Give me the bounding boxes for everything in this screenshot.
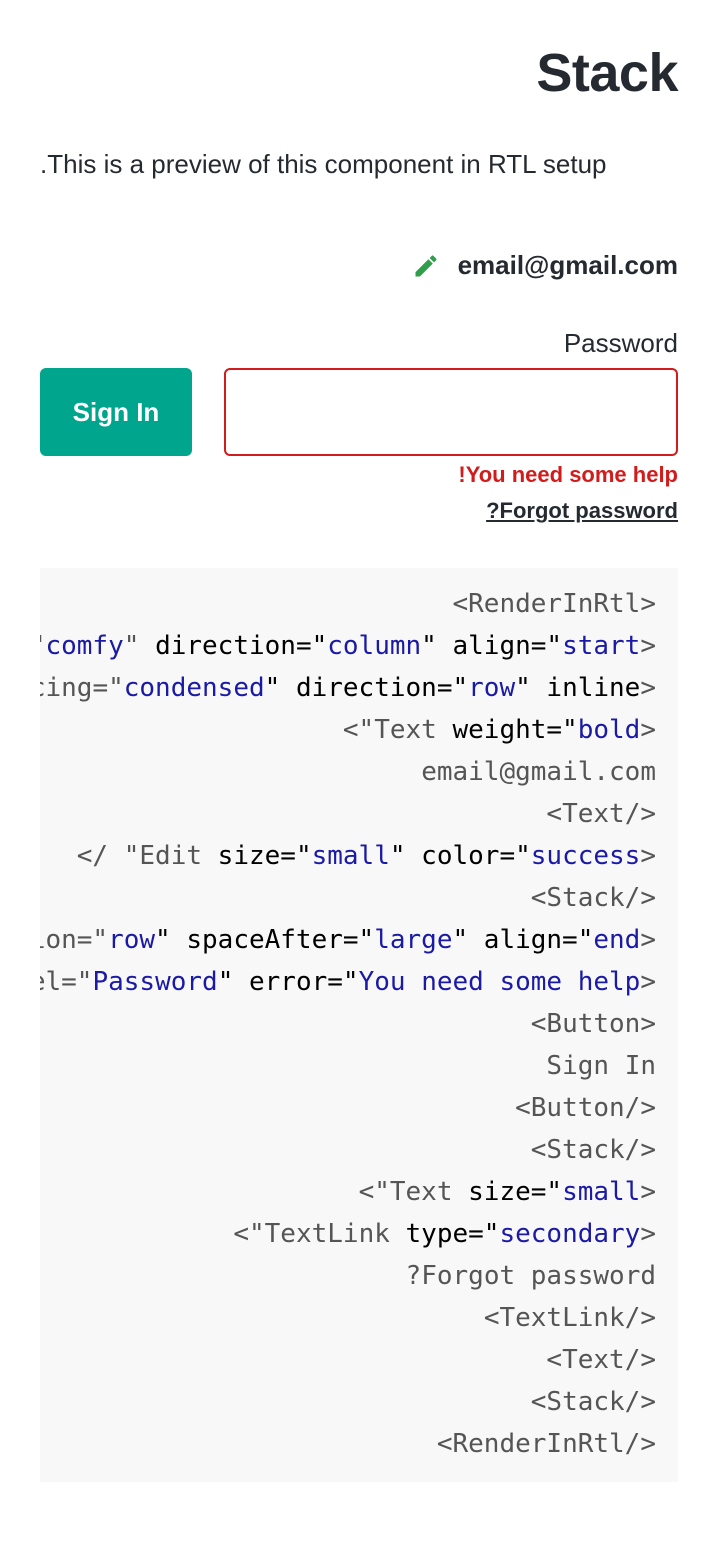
code-token: You need some help <box>358 967 641 997</box>
code-token: <Stack/> <box>530 1135 656 1165</box>
code-token: large <box>374 925 453 955</box>
code-token: small <box>562 1177 641 1207</box>
code-line: <"TextLink type="secondary> <box>233 1213 656 1255</box>
code-token: > <box>640 1177 656 1207</box>
code-token: <"TextLink <box>233 1219 406 1249</box>
code-line: <Button> <box>531 1003 656 1045</box>
code-line: <TextLink/> <box>484 1297 656 1339</box>
code-token: Sign In <box>546 1051 656 1081</box>
code-token: > <box>640 841 656 871</box>
code-line: Sign In <box>546 1045 656 1087</box>
code-token: " <box>123 631 156 661</box>
code-token: <InputField label=" <box>40 967 93 997</box>
code-token: row <box>468 673 516 703</box>
code-line: email@gmail.com <box>421 751 656 793</box>
code-line: <InputField label="Password" error="You … <box>40 961 656 1003</box>
code-line: ?Forgot password <box>406 1255 656 1297</box>
code-token: success <box>530 841 641 871</box>
code-token: <RenderInRtl/> <box>436 1429 656 1459</box>
code-token: <RenderInRtl> <box>452 589 657 619</box>
code-token: " spaceAfter=" <box>155 925 375 955</box>
code-token: " inline <box>515 673 641 703</box>
code-line: <Text/> <box>546 793 656 835</box>
code-token: <Stack direction=" <box>40 925 109 955</box>
code-token: comfy <box>45 631 124 661</box>
password-label: Password <box>563 328 678 358</box>
page-title: Stack <box>536 43 678 103</box>
code-token: <"Text <box>342 715 453 745</box>
code-token: <Stack/> <box>530 883 656 913</box>
code-token: condensed <box>123 673 265 703</box>
code-token: > <box>640 967 656 997</box>
code-line: </ "Edit size="small" color="success> <box>77 835 656 877</box>
code-token: <Stack/> <box>530 1387 656 1417</box>
code-line: <"Text size="small> <box>359 1171 656 1213</box>
code-token: row <box>108 925 156 955</box>
code-line: <Text/> <box>546 1339 656 1381</box>
forgot-password-link[interactable]: ?Forgot password <box>486 498 678 524</box>
code-token: <"Text <box>358 1177 469 1207</box>
code-token: <Text/> <box>546 1345 656 1375</box>
code-line: <Stack/> <box>531 1381 656 1423</box>
code-token: secondary <box>499 1219 641 1249</box>
code-token: bold <box>577 715 641 745</box>
code-line: <Button/> <box>515 1087 656 1129</box>
code-token: <TextLink/> <box>483 1303 656 1333</box>
code-token: > <box>640 925 656 955</box>
code-token: > <box>640 1219 656 1249</box>
code-token: type=" <box>405 1219 500 1249</box>
code-token: > <box>640 715 656 745</box>
code-token: " direction=" <box>264 673 469 703</box>
code-token: " error=" <box>217 967 359 997</box>
password-error-message: !You need some help <box>458 462 678 487</box>
code-token: <Stack spacing=" <box>40 673 124 703</box>
code-token: column <box>327 631 422 661</box>
code-token: size=" <box>217 841 312 871</box>
code-token: > <box>640 673 656 703</box>
code-block: <RenderInRtl><Stack spacing="comfy" dire… <box>40 568 678 1482</box>
code-token: <Text/> <box>546 799 656 829</box>
pencil-icon[interactable] <box>412 252 440 280</box>
code-line: <Stack spacing="condensed" direction="ro… <box>40 667 656 709</box>
email-text: email@gmail.com <box>457 250 678 280</box>
code-token: " align=" <box>421 631 563 661</box>
code-token: </ "Edit <box>76 841 218 871</box>
code-token: small <box>311 841 390 871</box>
code-token: email@gmail.com <box>421 757 656 787</box>
password-input[interactable] <box>224 368 678 456</box>
code-token: > <box>640 631 656 661</box>
code-token: start <box>562 631 641 661</box>
code-line: <Stack direction="row" spaceAfter="large… <box>40 919 656 961</box>
code-token: ?Forgot password <box>405 1261 656 1291</box>
code-line: <RenderInRtl> <box>453 583 657 625</box>
email-row: email@gmail.com <box>412 250 678 281</box>
code-line: <Stack spacing="comfy" direction="column… <box>40 625 656 667</box>
page-description: .This is a preview of this component in … <box>40 149 607 179</box>
code-line: <"Text weight="bold> <box>343 709 656 751</box>
code-token: <Button/> <box>515 1093 656 1123</box>
sign-in-button[interactable]: Sign In <box>40 368 192 456</box>
code-token: direction=" <box>155 631 328 661</box>
code-token: <Button> <box>530 1009 656 1039</box>
code-token: " color=" <box>389 841 531 871</box>
code-token: Password <box>92 967 218 997</box>
code-line: <Stack/> <box>531 1129 656 1171</box>
code-line: <RenderInRtl/> <box>437 1423 656 1465</box>
code-token: end <box>593 925 641 955</box>
code-token: weight=" <box>452 715 578 745</box>
code-line: <Stack/> <box>531 877 656 919</box>
code-token: " align=" <box>452 925 594 955</box>
code-token: size=" <box>468 1177 563 1207</box>
